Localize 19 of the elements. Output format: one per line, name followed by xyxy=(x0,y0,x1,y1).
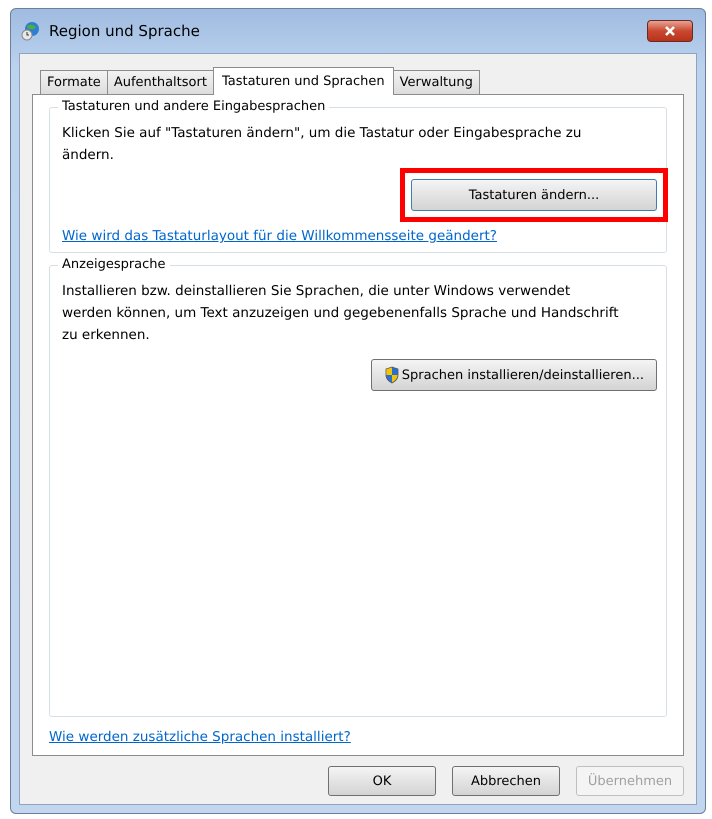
group-title: Anzeigesprache xyxy=(58,257,170,272)
action-button[interactable]: Sprachen installieren/deinstallieren... xyxy=(370,359,657,391)
tab[interactable]: Verwaltung xyxy=(392,70,480,94)
description-text: Klicken Sie auf "Tastaturen ändern", um die Tastatur oder Eingabesprache zu ändern. xyxy=(62,124,582,165)
tab[interactable]: Tastaturen und Sprachen xyxy=(212,67,394,95)
close-icon xyxy=(663,25,677,37)
close-button[interactable] xyxy=(647,20,693,42)
globe-clock-icon xyxy=(21,21,41,41)
group-title: Tastaturen und andere Eingabesprachen xyxy=(58,99,330,114)
dialog-button[interactable]: Abbrechen xyxy=(452,766,560,796)
description-text: Installieren bzw. deinstallieren Sie Sprachen, die unter Windows verwendet werden können, um Text anzuzeigen und gegebenenfalls Sprache und Handschrift zu erkennen. xyxy=(62,282,620,345)
tab[interactable]: Formate xyxy=(40,70,108,94)
help-link[interactable]: Wie wird das Tastaturlayout für die Willkommensseite geändert? xyxy=(62,228,497,244)
tab[interactable]: Aufenthaltsort xyxy=(106,70,214,94)
dialog-button[interactable]: OK xyxy=(328,766,436,796)
shield-icon xyxy=(384,366,400,384)
help-link[interactable]: Wie werden zusätzliche Sprachen installiert? xyxy=(49,729,351,745)
action-button[interactable]: Tastaturen ändern... xyxy=(411,179,657,211)
window-title: Region und Sprache xyxy=(49,22,201,40)
